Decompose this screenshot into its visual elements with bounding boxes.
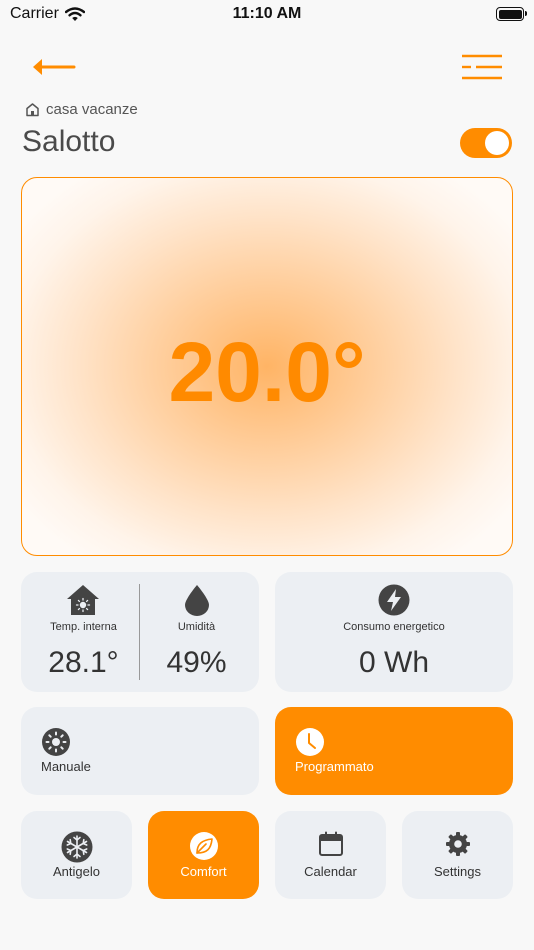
menu-button[interactable] — [460, 50, 504, 84]
manual-mode-label: Manuale — [41, 759, 91, 774]
climate-stats-card: Temp. interna 28.1° Umidità 49% — [21, 572, 259, 692]
calendar-label: Calendar — [304, 864, 357, 879]
hamburger-menu-icon — [462, 54, 502, 80]
calendar-icon — [318, 831, 343, 856]
snowflake-icon — [61, 831, 92, 863]
comfort-label: Comfort — [180, 864, 227, 879]
arrow-left-icon — [33, 59, 76, 75]
lightning-bolt-icon — [378, 584, 410, 616]
internal-temp-value: 28.1° — [48, 646, 119, 679]
clock-icon — [296, 728, 324, 756]
internal-temp-label: Temp. interna — [50, 621, 117, 633]
back-button[interactable] — [28, 52, 78, 82]
page-title: Salotto — [22, 125, 116, 158]
house-sun-icon — [67, 585, 99, 615]
antifreeze-label: Antigelo — [53, 864, 100, 879]
sun-icon — [42, 728, 70, 756]
status-bar: Carrier 11:10 AM — [0, 0, 534, 30]
manual-mode-button[interactable]: Manuale — [21, 707, 259, 795]
settings-button[interactable]: Settings — [402, 811, 513, 899]
humidity-label: Umidità — [177, 621, 216, 633]
battery-icon — [496, 7, 527, 21]
location-breadcrumb[interactable]: casa vacanze — [25, 101, 138, 118]
toggle-knob — [485, 131, 509, 155]
comfort-button[interactable]: Comfort — [148, 811, 259, 899]
settings-label: Settings — [434, 864, 481, 879]
power-toggle[interactable] — [460, 128, 512, 158]
scheduled-mode-button[interactable]: Programmato — [275, 707, 513, 795]
energy-label: Consumo energetico — [343, 621, 445, 633]
leaf-icon — [189, 832, 218, 860]
scheduled-mode-label: Programmato — [295, 759, 374, 774]
energy-card: Consumo energetico 0 Wh — [275, 572, 513, 692]
setpoint-value: 20.0° — [168, 325, 366, 419]
humidity-value: 49% — [166, 646, 227, 679]
gear-icon — [445, 832, 470, 856]
calendar-button[interactable]: Calendar — [275, 811, 386, 899]
temperature-dial[interactable]: 20.0° — [21, 177, 513, 556]
status-time: 11:10 AM — [232, 5, 302, 22]
water-drop-icon — [185, 585, 209, 616]
location-label: casa vacanze — [46, 101, 138, 118]
home-icon — [26, 103, 39, 117]
energy-value: 0 Wh — [358, 646, 430, 679]
antifreeze-button[interactable]: Antigelo — [21, 811, 132, 899]
